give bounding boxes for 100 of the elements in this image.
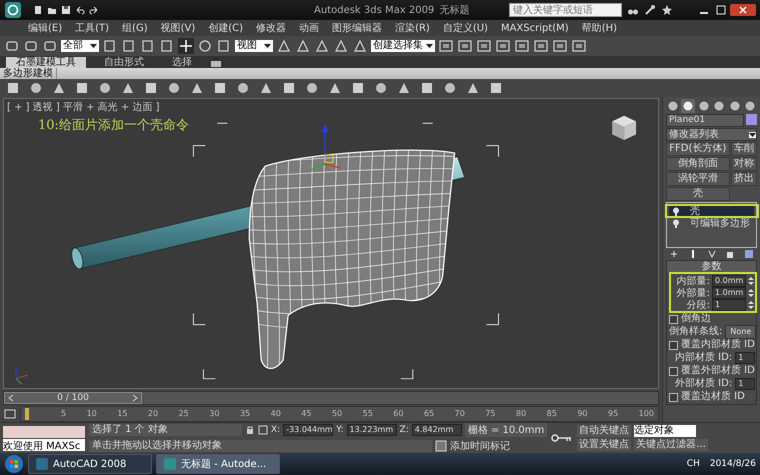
move-icon[interactable] bbox=[178, 38, 194, 54]
z-coordinate-field[interactable]: 4.842mm bbox=[412, 424, 462, 436]
modifier-button[interactable]: 车削 bbox=[730, 142, 757, 156]
spinner-field[interactable]: 0.0mm bbox=[712, 274, 746, 286]
checkbox[interactable] bbox=[669, 392, 678, 402]
ribbon-tab[interactable]: 选择 bbox=[162, 57, 202, 68]
frame-tick-label: 30 bbox=[209, 409, 220, 418]
menu-item[interactable]: 动画 bbox=[299, 21, 320, 35]
search-field[interactable]: 键入关键字或短语 bbox=[509, 3, 622, 17]
modifier-button[interactable]: 对称 bbox=[730, 157, 757, 171]
modifier-button[interactable]: FFD(长方体) bbox=[666, 142, 730, 156]
parameter-label: 分段: bbox=[686, 298, 710, 312]
tag-icon[interactable] bbox=[435, 440, 447, 452]
collapse-icon[interactable] bbox=[210, 60, 222, 68]
frame-counter: 0 / 100 bbox=[57, 393, 89, 403]
y-coordinate-field[interactable]: 13.223mm bbox=[346, 424, 397, 436]
open-folder-icon[interactable] bbox=[47, 5, 57, 15]
spline-button[interactable]: None bbox=[725, 325, 756, 339]
x-label: X: bbox=[271, 425, 280, 435]
modifier-button[interactable]: 壳 bbox=[666, 187, 730, 201]
modifier-button[interactable]: 倒角剖面 bbox=[666, 157, 730, 171]
box-icon[interactable] bbox=[6, 81, 20, 95]
auto-key-button[interactable]: 自动关键点 bbox=[577, 425, 632, 437]
frame-tick-label: 75 bbox=[485, 409, 496, 418]
start-button-icon[interactable] bbox=[4, 454, 24, 474]
key-icon[interactable] bbox=[551, 433, 574, 443]
ribbon-tab[interactable]: 自由形式 bbox=[94, 57, 154, 68]
input-language[interactable]: CH bbox=[686, 459, 700, 469]
modifier-stack-item[interactable]: 可编辑多边形 bbox=[669, 217, 754, 229]
spinner-arrows-icon[interactable] bbox=[748, 276, 754, 286]
checkbox[interactable] bbox=[669, 314, 678, 324]
spinner-arrows-icon[interactable] bbox=[748, 288, 754, 298]
modifier-list-dropdown[interactable]: 修改器列表 bbox=[666, 128, 757, 141]
spinner-field[interactable]: 1 bbox=[712, 298, 746, 310]
dropdown-arrow-icon[interactable] bbox=[426, 43, 433, 49]
tutorial-caption: 10:给面片添加一个壳命令 bbox=[38, 117, 189, 134]
dropdown-arrow-icon[interactable] bbox=[264, 43, 271, 49]
spinner-field[interactable]: 1 bbox=[735, 352, 756, 364]
new-file-icon[interactable] bbox=[33, 5, 43, 15]
next-frame-icon[interactable] bbox=[132, 394, 138, 402]
x-coordinate-field[interactable]: -33.044mm bbox=[283, 424, 334, 436]
ribbon-tab[interactable]: 石墨建模工具 bbox=[6, 57, 86, 68]
dropdown-arrow-icon[interactable] bbox=[90, 43, 97, 49]
key-filters-button[interactable]: 关键点过滤器... bbox=[634, 439, 708, 451]
checkbox[interactable] bbox=[669, 366, 678, 376]
rollout-header[interactable]: 参数 bbox=[667, 261, 756, 272]
selection-filter-dropdown[interactable]: 全部 bbox=[61, 40, 99, 52]
coordinate-system-dropdown[interactable]: 视图 bbox=[235, 40, 273, 52]
menu-item[interactable]: 编辑(E) bbox=[28, 21, 62, 35]
app-logo-icon[interactable] bbox=[4, 1, 22, 19]
menu-item[interactable]: 帮助(H) bbox=[582, 21, 618, 35]
menu-item[interactable]: 图形编辑器 bbox=[332, 21, 382, 35]
time-slider-track[interactable]: 0 / 100 bbox=[3, 391, 659, 405]
menu-item[interactable]: 自定义(U) bbox=[442, 21, 488, 35]
star-icon[interactable] bbox=[661, 4, 673, 16]
checkbox[interactable] bbox=[669, 340, 678, 350]
lock-icon[interactable] bbox=[245, 425, 255, 435]
object-name-field[interactable]: Plane01 bbox=[666, 114, 744, 127]
window-title: Autodesk 3ds Max 2009 bbox=[314, 4, 434, 16]
wrench-icon[interactable] bbox=[644, 4, 656, 16]
object-color-swatch[interactable] bbox=[746, 114, 757, 125]
curve-editor-icon[interactable] bbox=[3, 408, 17, 420]
modifier-button[interactable]: 涡轮平滑 bbox=[666, 172, 730, 186]
close-icon[interactable] bbox=[730, 4, 756, 16]
perspective-viewport[interactable]: [ + ] 透视 ] 平滑 + 高光 + 边面 ] 10:给面片添加一个壳命令 bbox=[3, 98, 659, 389]
script-listener-output[interactable]: 欢迎使用 MAXSc bbox=[3, 438, 85, 450]
viewport-label[interactable]: [ + ] 透视 ] 平滑 + 高光 + 边面 ] bbox=[7, 100, 160, 114]
view-cube-icon[interactable] bbox=[612, 116, 636, 140]
taskbar-button[interactable]: AutoCAD 2008 bbox=[28, 454, 152, 474]
time-slider-thumb[interactable]: 0 / 100 bbox=[4, 392, 142, 404]
selection-status: 选择了 1 个 对象 bbox=[89, 424, 242, 436]
redo-icon[interactable] bbox=[89, 5, 99, 15]
absolute-mode-icon[interactable] bbox=[258, 425, 268, 435]
menu-item[interactable]: MAXScript(M) bbox=[500, 22, 569, 34]
timeline-ruler[interactable]: 5 10 15 20 25 30 35 40 45 50 55 60 65 70 75 80 85 90 95 100 bbox=[20, 406, 659, 422]
save-icon[interactable] bbox=[61, 5, 71, 15]
frame-tick-label: 20 bbox=[148, 409, 158, 418]
spinner-field[interactable]: 1 bbox=[735, 378, 756, 390]
taskbar-button[interactable]: 无标题 - Autode... bbox=[156, 454, 280, 474]
named-selection-dropdown[interactable]: 创建选择集 bbox=[371, 40, 435, 52]
spinner-field[interactable]: 1.0mm bbox=[712, 286, 746, 298]
menu-item[interactable]: 视图(V) bbox=[160, 21, 196, 35]
menu-item[interactable]: 修改器 bbox=[256, 21, 286, 35]
frame-tick-label: 55 bbox=[362, 409, 373, 418]
add-time-tag-button[interactable]: 添加时间标记 bbox=[450, 439, 510, 453]
modifier-button[interactable]: 挤出 bbox=[730, 172, 757, 186]
menu-item[interactable]: 工具(T) bbox=[75, 21, 110, 35]
set-key-button[interactable]: 设置关键点 bbox=[577, 439, 632, 451]
previous-frame-icon[interactable] bbox=[8, 394, 14, 402]
spinner-arrows-icon[interactable] bbox=[748, 300, 754, 310]
dropdown-arrow-icon[interactable] bbox=[749, 132, 756, 138]
checkbox-label: 覆盖外部材质 ID bbox=[681, 365, 755, 377]
key-filter-set-dropdown[interactable]: 选定对象 bbox=[634, 425, 696, 437]
modifier-stack-label: 壳 bbox=[690, 205, 700, 218]
menu-item[interactable]: 渲染(R) bbox=[395, 21, 430, 35]
rotate-icon[interactable] bbox=[197, 38, 213, 54]
undo-icon[interactable] bbox=[75, 5, 85, 15]
menu-item[interactable]: 创建(C) bbox=[208, 21, 244, 35]
menu-item[interactable]: 组(G) bbox=[122, 21, 148, 35]
script-listener-field[interactable] bbox=[3, 426, 85, 438]
